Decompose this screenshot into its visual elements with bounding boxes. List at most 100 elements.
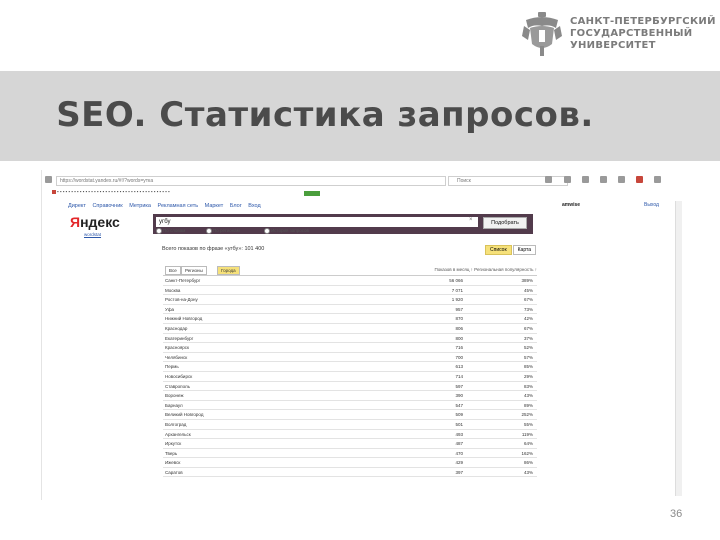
clear-icon[interactable]: × [469,217,473,223]
region-name[interactable]: Нижний Новгород [165,316,202,321]
popularity: 57% [523,354,533,360]
table-row: Краснодар 806 67% [163,324,537,334]
table-row: Москва 7 071 45% [163,286,537,296]
region-name[interactable]: Пермь [165,364,179,369]
table-row: Тверь 470 162% [163,449,537,459]
popularity: 83% [523,383,533,389]
view-tabs: Список Карта [485,245,537,255]
tab-regions[interactable]: Регионы [181,266,207,275]
nav-ad-network[interactable]: Рекламная сеть [158,203,199,209]
popularity: 73% [523,306,533,312]
table-rows: Санкт-Петербург 56 066 389% Москва 7 071 45% Р… [163,276,537,478]
table-row: Екатеринбург 800 37% [163,334,537,344]
region-name[interactable]: Барнаул [165,403,183,408]
tab-map[interactable]: Карта [512,245,537,255]
region-name[interactable]: Москва [165,288,180,293]
table-row: Красноярск 716 52% [163,343,537,353]
bookmark-badge [304,191,320,196]
radio-history[interactable]: История запросов [264,228,309,234]
nav-direct[interactable]: Директ [68,203,86,209]
region-name[interactable]: Архангельск [165,432,191,437]
wordstat-link[interactable]: wordstat [84,232,101,237]
yandex-logo[interactable]: Яндекс [70,214,120,230]
region-name[interactable]: Ижевск [165,460,180,465]
url-field[interactable]: https://wordstat.yandex.ru/#!/?words=утк… [56,176,446,186]
shows-count: 1 920 [451,297,463,303]
table-row: Челябинск 700 57% [163,353,537,363]
popularity: 85% [523,364,533,370]
extension-icon[interactable] [618,176,625,183]
popularity: 52% [523,345,533,351]
region-name[interactable]: Краснодар [165,326,187,331]
user-name[interactable]: amwise [562,202,580,208]
popularity: 43% [523,393,533,399]
region-name[interactable]: Красноярск [165,345,189,350]
region-name[interactable]: Иркутск [165,441,181,446]
tab-cities[interactable]: Города [217,266,240,275]
scrollbar[interactable] [675,201,682,496]
total-shows: Всего показов по фразе «угбу»: 101 400 [162,246,265,252]
nav-login[interactable]: Вход [248,203,260,209]
back-icon[interactable] [45,176,52,183]
region-name[interactable]: Волгоград [165,422,186,427]
radio-icon [206,228,212,234]
popularity: 45% [523,287,533,293]
region-name[interactable]: Ставрополь [165,384,190,389]
exit-link[interactable]: Выход [644,202,659,208]
region-name[interactable]: Тверь [165,451,177,456]
region-name[interactable]: Великий Новгород [165,412,203,417]
table-row: Новосибирск 714 29% [163,372,537,382]
radio-by-words[interactable]: По словам [156,228,185,234]
table-row: Ставрополь 597 83% [163,382,537,392]
table-header: Все Регионы Города Показов в месяц ↑ Рег… [163,265,537,276]
spbu-logo: САНКТ-ПЕТЕРБУРГСКИЙ ГОСУДАРСТВЕННЫЙ УНИВ… [520,10,715,58]
region-name[interactable]: Уфа [165,307,174,312]
logo-line-1: САНКТ-ПЕТЕРБУРГСКИЙ [570,16,716,27]
column-headers[interactable]: Показов в месяц ↑ Региональная популярно… [435,267,538,272]
shows-count: 714 [455,373,463,379]
bookmarks-icon[interactable] [564,176,571,183]
bookmarks-bar: ▪ ▪ ▪ ▪ ▪ ▪ ▪ ▪ ▪ ▪ ▪ ▪ ▪ ▪ ▪ ▪ ▪ ▪ ▪ ▪ … [42,188,684,200]
shows-count: 613 [455,364,463,370]
region-name[interactable]: Екатеринбург [165,336,193,341]
tab-list[interactable]: Список [485,245,512,255]
pick-button[interactable]: Подобрать [483,217,527,229]
bookmark-group[interactable]: ▪ ▪ ▪ ▪ ▪ ▪ ▪ ▪ ▪ ▪ ▪ ▪ ▪ ▪ ▪ ▪ ▪ ▪ ▪ ▪ … [52,189,170,194]
shows-count: 487 [455,441,463,447]
addon-icon[interactable] [636,176,643,183]
table-row: Великий Новгород 509 252% [163,410,537,420]
region-name[interactable]: Санкт-Петербург [165,278,200,283]
table-row: Саратов 397 43% [163,468,537,478]
home-icon[interactable] [600,176,607,183]
title-band: SEO. Статистика запросов. [0,71,720,161]
region-name[interactable]: Воронеж [165,393,183,398]
nav-directory[interactable]: Справочник [92,203,122,209]
shows-count: 397 [455,469,463,475]
download-icon[interactable] [582,176,589,183]
shows-count: 597 [455,383,463,389]
popularity: 43% [523,469,533,475]
popularity: 67% [523,325,533,331]
region-name[interactable]: Ростов-на-Дону [165,297,198,302]
table-row: Воронеж 390 43% [163,391,537,401]
table-row: Ижевск 429 86% [163,458,537,468]
query-input[interactable]: угбу [156,217,478,227]
region-name[interactable]: Новосибирск [165,374,192,379]
nav-blog[interactable]: Блог [230,203,242,209]
browser-screenshot: https://wordstat.yandex.ru/#!/?words=утк… [41,170,684,500]
nav-metrika[interactable]: Метрика [129,203,151,209]
popularity: 86% [523,460,533,466]
popularity: 89% [523,402,533,408]
region-name[interactable]: Челябинск [165,355,187,360]
slide-title: SEO. Статистика запросов. [56,95,594,135]
table-row: Иркутск 487 64% [163,439,537,449]
menu-icon[interactable] [654,176,661,183]
shows-count: 716 [455,345,463,351]
tab-all[interactable]: Все [165,266,181,275]
nav-market[interactable]: Маркет [205,203,224,209]
region-name[interactable]: Саратов [165,470,183,475]
popularity: 252% [521,412,533,418]
star-icon[interactable] [545,176,552,183]
radio-by-regions[interactable]: По регионам [206,228,240,234]
shows-count: 390 [455,393,463,399]
